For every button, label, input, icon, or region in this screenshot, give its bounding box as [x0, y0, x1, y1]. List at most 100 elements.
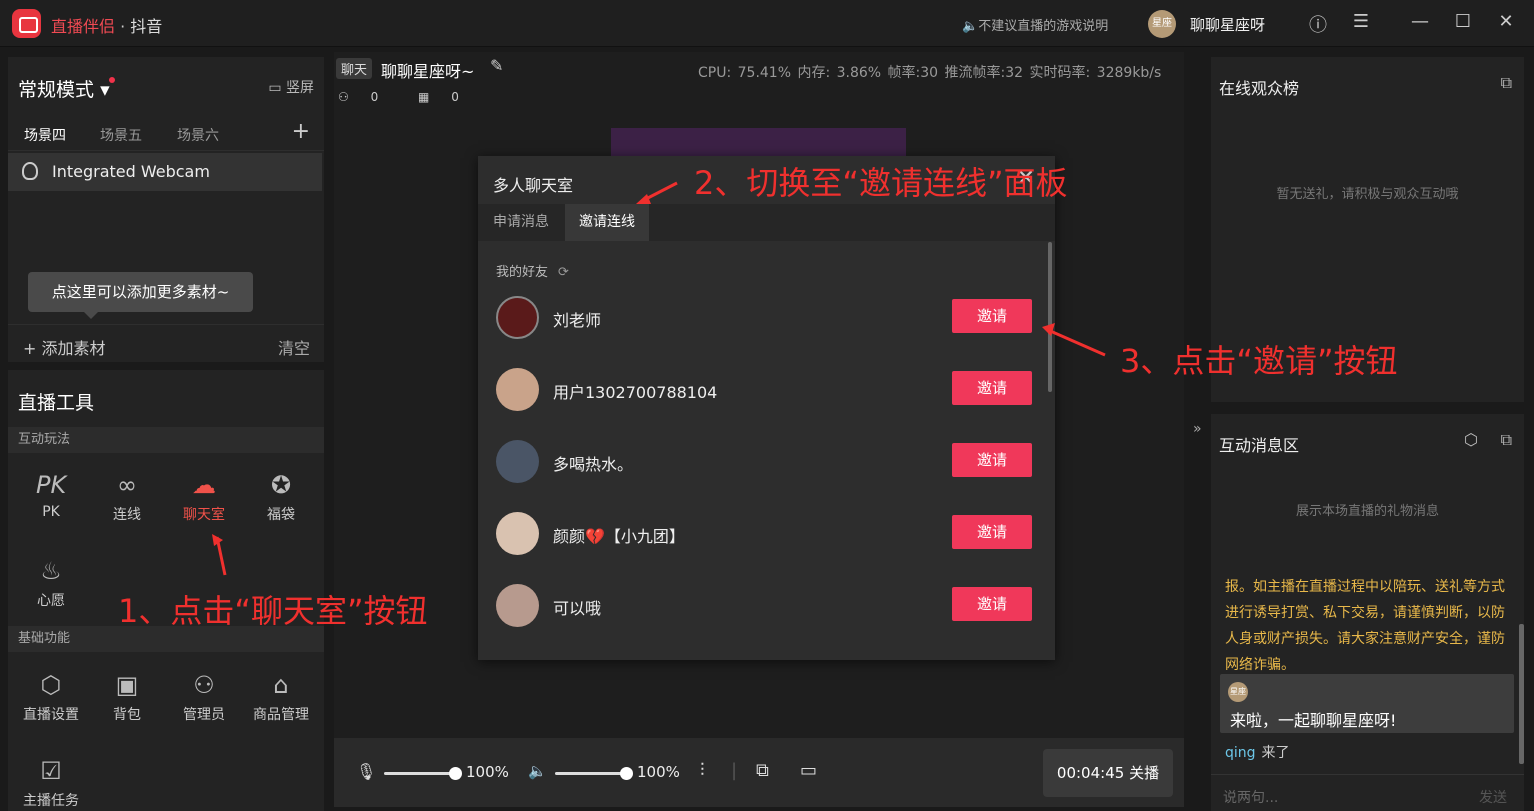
- mode-title: 常规模式: [18, 79, 95, 101]
- speaker-volume-slider[interactable]: [555, 767, 633, 780]
- send-button[interactable]: 发送: [1479, 787, 1507, 807]
- mixer-icon[interactable]: ⫶: [700, 760, 705, 781]
- tab-apply-messages[interactable]: 申请消息: [479, 204, 563, 241]
- friend-name: 多喝热水。: [553, 455, 634, 474]
- gift-icon: ▦: [418, 90, 434, 104]
- tab-scene-6[interactable]: 场景六: [177, 125, 219, 145]
- help-icon[interactable]: ⓘ: [1306, 11, 1330, 37]
- plus-icon: +: [23, 339, 42, 358]
- tool-wish[interactable]: ♨ 心愿: [19, 556, 83, 610]
- close-icon[interactable]: ✕: [1494, 11, 1518, 32]
- messages-panel: 互动消息区 ⬡ ⧉ 展示本场直播的礼物消息 报。如主播在直播过程中以陪玩、送礼等…: [1211, 414, 1524, 811]
- friend-avatar: [496, 584, 539, 627]
- scene-panel: 常规模式 ▾ ▭ 竖屏 场景四 场景五 场景六 + Integrated Web…: [8, 57, 324, 362]
- source-item-webcam[interactable]: Integrated Webcam: [8, 153, 322, 191]
- add-material-button[interactable]: + 添加素材: [23, 335, 106, 359]
- messages-empty: 展示本场直播的礼物消息: [1295, 504, 1439, 519]
- stream-counts: ⚇ 0 ▦ 0: [338, 90, 495, 104]
- mic-slider-handle[interactable]: [449, 767, 462, 780]
- tool-pk[interactable]: PK PK: [19, 470, 83, 520]
- tool-task-label: 主播任务: [23, 793, 79, 809]
- tool-live-settings[interactable]: ⬡ 直播设置: [19, 670, 83, 724]
- tool-backpack-label: 背包: [113, 707, 141, 723]
- app-sep: ·: [120, 17, 126, 36]
- screen-share-icon[interactable]: ⧉: [756, 760, 769, 781]
- user-avatar[interactable]: 星座: [1148, 10, 1176, 38]
- camera-icon[interactable]: ▭: [800, 760, 817, 781]
- minimize-icon[interactable]: —: [1408, 11, 1432, 32]
- wish-icon: ♨: [40, 557, 62, 585]
- friends-header: 我的好友 ⟳: [496, 261, 569, 280]
- edit-title-icon[interactable]: ✎: [490, 56, 503, 75]
- mic-icon[interactable]: 🎙: [356, 762, 376, 781]
- friend-row: 刘老师 邀请: [496, 294, 1032, 342]
- stop-live-button[interactable]: 00:04:45 关播: [1043, 749, 1173, 797]
- title-bar: 直播伴侣 · 抖音 🔈不建议直播的游戏说明 星座 聊聊星座呀 ⓘ ☰ — ☐ ✕: [0, 0, 1534, 47]
- messages-title: 互动消息区: [1219, 436, 1300, 455]
- screen-icon: ▭: [268, 80, 286, 96]
- clear-button[interactable]: 清空: [278, 335, 310, 359]
- tools-title: 直播工具: [18, 392, 95, 414]
- speaker-volume-value: 100%: [637, 763, 680, 781]
- refresh-icon[interactable]: ⟳: [558, 265, 569, 280]
- add-scene-icon[interactable]: +: [292, 119, 310, 144]
- divider: |: [731, 760, 738, 781]
- annotation-step-3: 3、点击“邀请”按钮: [1120, 342, 1398, 380]
- popout-icon[interactable]: ⧉: [1501, 73, 1512, 93]
- scene-tabs: 场景四 场景五 场景六 +: [8, 117, 324, 151]
- chatroom-icon: ☁: [192, 471, 216, 499]
- friend-name: 用户1302700788104: [553, 383, 718, 402]
- invite-button[interactable]: 邀请: [952, 299, 1032, 333]
- popout-icon[interactable]: ⧉: [1501, 430, 1512, 450]
- webcam-icon: [22, 162, 38, 180]
- mic-volume-value: 100%: [466, 763, 509, 781]
- add-material-tooltip: 点这里可以添加更多素材~: [28, 272, 253, 319]
- lucky-bag-icon: ✪: [270, 471, 292, 499]
- invite-button[interactable]: 邀请: [952, 371, 1032, 405]
- app-platform: 抖音: [130, 17, 163, 36]
- username[interactable]: 聊聊星座呀: [1190, 14, 1265, 35]
- tool-shop[interactable]: ⌂ 商品管理: [249, 670, 313, 724]
- settings-icon: ⬡: [40, 671, 62, 699]
- tool-admin[interactable]: ⚇ 管理员: [172, 670, 236, 724]
- invite-button[interactable]: 邀请: [952, 443, 1032, 477]
- tool-chatroom[interactable]: ☁ 聊天室: [172, 470, 236, 524]
- tool-link-label: 连线: [113, 507, 141, 523]
- tool-link[interactable]: ∞ 连线: [95, 470, 159, 524]
- invite-button[interactable]: 邀请: [952, 587, 1032, 621]
- game-hint-link[interactable]: 🔈不建议直播的游戏说明: [962, 15, 1108, 34]
- tool-shop-label: 商品管理: [253, 707, 309, 723]
- shop-icon: ⌂: [273, 671, 289, 699]
- tab-scene-4[interactable]: 场景四: [24, 125, 66, 145]
- message-input[interactable]: 说两句... 发送: [1211, 774, 1524, 811]
- gift-count: ▦ 0: [418, 90, 477, 104]
- speaker-slider-handle[interactable]: [620, 767, 633, 780]
- vertical-screen-button[interactable]: ▭ 竖屏: [268, 77, 314, 97]
- performance-stats: CPU: 75.41% 内存: 3.86% 帧率:30 推流帧率:32 实时码率…: [698, 65, 1162, 81]
- menu-icon[interactable]: ☰: [1349, 11, 1373, 32]
- speaker-icon[interactable]: 🔈: [528, 762, 547, 780]
- annotation-step-1: 1、点击“聊天室”按钮: [118, 592, 428, 630]
- chevron-down-icon: ▾: [100, 79, 110, 101]
- backpack-icon: ▣: [115, 671, 139, 699]
- tool-backpack[interactable]: ▣ 背包: [95, 670, 159, 724]
- collapse-right-icon[interactable]: »: [1193, 421, 1202, 437]
- audience-empty: 暂无送礼，请积极与观众互动哦: [1276, 187, 1459, 202]
- invite-button[interactable]: 邀请: [952, 515, 1032, 549]
- friend-name: 可以哦: [553, 599, 602, 618]
- maximize-icon[interactable]: ☐: [1451, 11, 1475, 32]
- tab-scene-5[interactable]: 场景五: [100, 125, 142, 145]
- dialog-scrollbar[interactable]: [1048, 242, 1052, 392]
- message-settings-icon[interactable]: ⬡: [1464, 430, 1478, 449]
- mic-volume-slider[interactable]: [384, 767, 462, 780]
- friend-row: 用户1302700788104 邀请: [496, 366, 1032, 414]
- tab-invite-connect[interactable]: 邀请连线: [565, 204, 649, 241]
- tool-task[interactable]: ☑ 主播任务: [19, 756, 83, 810]
- tool-lucky-bag[interactable]: ✪ 福袋: [249, 470, 313, 524]
- mode-selector[interactable]: 常规模式 ▾: [18, 75, 110, 102]
- friend-avatar: [496, 512, 539, 555]
- pk-icon: PK: [36, 471, 67, 499]
- friend-name: 颜颜💔【小九团】: [553, 527, 685, 546]
- join-user-name[interactable]: qing: [1225, 745, 1256, 761]
- messages-scrollbar[interactable]: [1519, 624, 1524, 764]
